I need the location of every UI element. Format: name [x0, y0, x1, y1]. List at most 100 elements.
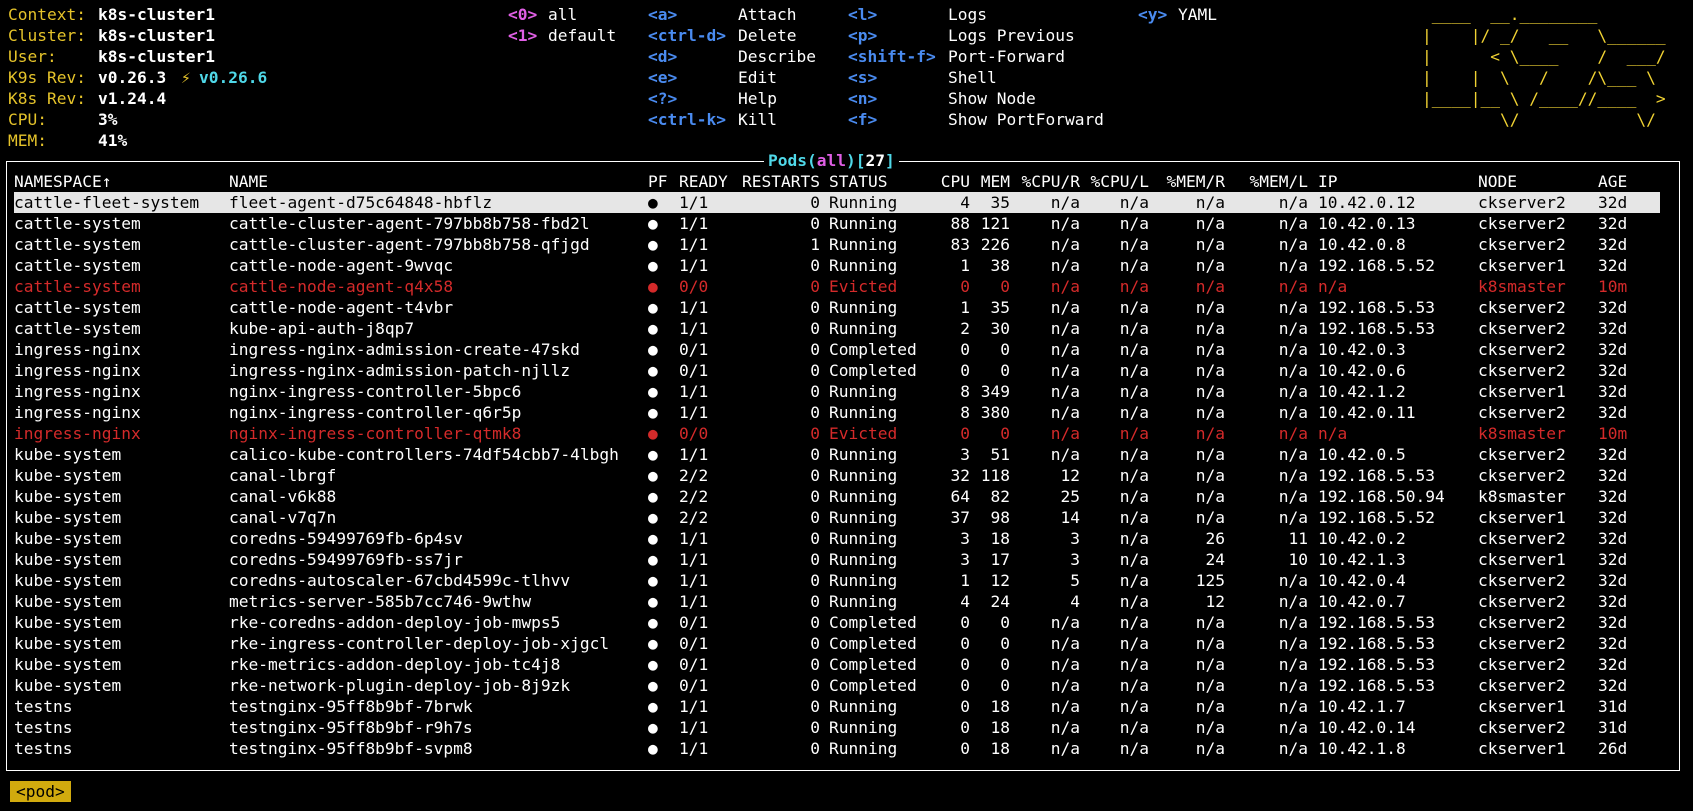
column-header-mem-l[interactable]: %MEM/L: [1250, 171, 1308, 192]
cell-age: 32d: [1598, 361, 1628, 380]
table-row[interactable]: kube-system canal-v6k88 ● 2/2 0 Running 64 82 25…: [14, 486, 1660, 507]
column-header-cpu-l[interactable]: %CPU/L: [1091, 171, 1149, 192]
namespace-key[interactable]: <1>: [508, 25, 537, 46]
shortcut-label[interactable]: Logs: [948, 4, 987, 25]
cell-pf: ●: [648, 193, 658, 212]
shortcut-key[interactable]: <d>: [648, 46, 677, 67]
cell-mem-r: n/a: [1195, 466, 1225, 485]
shortcut-label[interactable]: Attach: [738, 4, 796, 25]
table-row[interactable]: cattle-system cattle-cluster-agent-797bb8…: [14, 213, 1660, 234]
table-row[interactable]: kube-system rke-coredns-addon-deploy-job-…: [14, 612, 1660, 633]
column-header-age[interactable]: AGE: [1598, 171, 1627, 192]
table-row[interactable]: kube-system calico-kube-controllers-74df5…: [14, 444, 1660, 465]
cell-age: 32d: [1598, 193, 1628, 212]
shortcut-label[interactable]: Show PortForward: [948, 109, 1104, 130]
table-row[interactable]: kube-system canal-v7q7n ● 2/2 0 Running 37 98 14…: [14, 507, 1660, 528]
column-header-ip[interactable]: IP: [1318, 171, 1338, 192]
shortcut-label[interactable]: Kill: [738, 109, 777, 130]
table-row[interactable]: ingress-nginx nginx-ingress-controller-qt…: [14, 423, 1660, 444]
column-header-restarts[interactable]: RESTARTS: [742, 171, 820, 192]
column-header-ready[interactable]: READY: [679, 171, 728, 192]
shortcut-label[interactable]: YAML: [1178, 4, 1217, 25]
table-row[interactable]: ingress-nginx ingress-nginx-admission-cre…: [14, 339, 1660, 360]
cell-status: Completed: [829, 361, 917, 380]
cell-namespace: cattle-system: [14, 298, 141, 317]
namespace-name[interactable]: all: [548, 4, 577, 25]
shortcut-label[interactable]: Logs Previous: [948, 25, 1075, 46]
table-row[interactable]: ingress-nginx nginx-ingress-controller-5b…: [14, 381, 1660, 402]
cell-cpu-r: n/a: [1050, 655, 1080, 674]
shortcut-key[interactable]: <ctrl-d>: [648, 25, 726, 46]
table-row[interactable]: kube-system rke-ingress-controller-deploy…: [14, 633, 1660, 654]
cell-ready: 0/1: [679, 634, 709, 653]
column-header-mem[interactable]: MEM: [981, 171, 1010, 192]
namespace-key[interactable]: <0>: [508, 4, 537, 25]
shortcut-key[interactable]: <a>: [648, 4, 677, 25]
column-header-node[interactable]: NODE: [1478, 171, 1517, 192]
table-row[interactable]: kube-system canal-lbrgf ● 2/2 0 Running 32 118 1…: [14, 465, 1660, 486]
table-row[interactable]: kube-system coredns-59499769fb-ss7jr ● 1/1 0…: [14, 549, 1660, 570]
shortcut-key[interactable]: <s>: [848, 67, 877, 88]
shortcut-label[interactable]: Delete: [738, 25, 796, 46]
cell-ready: 1/1: [679, 256, 709, 275]
table-row[interactable]: ingress-nginx nginx-ingress-controller-q6…: [14, 402, 1660, 423]
cell-name: cattle-node-agent-t4vbr: [229, 298, 454, 317]
table-row[interactable]: kube-system rke-metrics-addon-deploy-job-…: [14, 654, 1660, 675]
table-row[interactable]: testns testnginx-95ff8b9bf-svpm8 ● 1/1 0 Runn…: [14, 738, 1660, 759]
cell-mem-r: n/a: [1195, 214, 1225, 233]
column-header-mem-r[interactable]: %MEM/R: [1167, 171, 1225, 192]
shortcut-key[interactable]: <l>: [848, 4, 877, 25]
column-header-status[interactable]: STATUS: [829, 171, 887, 192]
cell-cpu-r: n/a: [1050, 445, 1080, 464]
shortcut-label[interactable]: Edit: [738, 67, 777, 88]
table-row[interactable]: kube-system coredns-59499769fb-6p4sv ● 1/1 0…: [14, 528, 1660, 549]
table-row[interactable]: cattle-system cattle-node-agent-q4x58 ● 0/0…: [14, 276, 1660, 297]
table-row[interactable]: testns testnginx-95ff8b9bf-r9h7s ● 1/1 0 Runn…: [14, 717, 1660, 738]
shortcut-key[interactable]: <ctrl-k>: [648, 109, 726, 130]
cell-ready: 1/1: [679, 382, 709, 401]
shortcut-label[interactable]: Shell: [948, 67, 997, 88]
column-header-cpu-r[interactable]: %CPU/R: [1022, 171, 1080, 192]
shortcut-key[interactable]: <?>: [648, 88, 677, 109]
cell-restarts: 0: [810, 487, 820, 506]
cell-cpu-r: 5: [1070, 571, 1080, 590]
namespace-name[interactable]: default: [548, 25, 616, 46]
column-header-namespace[interactable]: NAMESPACE↑: [14, 171, 111, 192]
shortcut-label[interactable]: Describe: [738, 46, 816, 67]
shortcut-label[interactable]: Port-Forward: [948, 46, 1065, 67]
table-row[interactable]: kube-system rke-network-plugin-deploy-job…: [14, 675, 1660, 696]
cell-mem-l: n/a: [1278, 466, 1308, 485]
shortcut-key[interactable]: <f>: [848, 109, 877, 130]
cell-mem: 0: [1000, 361, 1010, 380]
column-header-cpu[interactable]: CPU: [941, 171, 970, 192]
shortcut-label[interactable]: Show Node: [948, 88, 1036, 109]
shortcut-key[interactable]: <n>: [848, 88, 877, 109]
table-row[interactable]: ingress-nginx ingress-nginx-admission-pat…: [14, 360, 1660, 381]
cell-node: ckserver2: [1478, 571, 1566, 590]
cell-cpu-r: n/a: [1050, 235, 1080, 254]
table-row[interactable]: cattle-system cattle-node-agent-9wvqc ● 1/1…: [14, 255, 1660, 276]
shortcut-key[interactable]: <e>: [648, 67, 677, 88]
column-header-name[interactable]: NAME: [229, 171, 268, 192]
cell-ready: 0/0: [679, 424, 709, 443]
cell-mem: 0: [1000, 424, 1010, 443]
breadcrumb[interactable]: <pod>: [10, 781, 71, 802]
table-row[interactable]: cattle-fleet-system fleet-agent-d75c64848…: [14, 192, 1660, 213]
table-row[interactable]: kube-system coredns-autoscaler-67cbd4599c…: [14, 570, 1660, 591]
table-row[interactable]: cattle-system cattle-node-agent-t4vbr ● 1/1…: [14, 297, 1660, 318]
cell-namespace: kube-system: [14, 634, 122, 653]
shortcut-label[interactable]: Help: [738, 88, 777, 109]
table-row[interactable]: testns testnginx-95ff8b9bf-7brwk ● 1/1 0 Runn…: [14, 696, 1660, 717]
table-row[interactable]: cattle-system kube-api-auth-j8qp7 ● 1/1 0 Run…: [14, 318, 1660, 339]
shortcut-key[interactable]: <p>: [848, 25, 877, 46]
cell-ip: 192.168.5.53: [1318, 613, 1435, 632]
cell-namespace: kube-system: [14, 550, 122, 569]
column-header-pf[interactable]: PF: [648, 171, 668, 192]
cell-name: fleet-agent-d75c64848-hbflz: [229, 193, 493, 212]
shortcut-key[interactable]: <shift-f>: [848, 46, 936, 67]
table-row[interactable]: cattle-system cattle-cluster-agent-797bb8…: [14, 234, 1660, 255]
cell-cpu: 0: [960, 655, 970, 674]
cell-pf: ●: [648, 340, 658, 359]
shortcut-key[interactable]: <y>: [1138, 4, 1167, 25]
table-row[interactable]: kube-system metrics-server-585b7cc746-9wt…: [14, 591, 1660, 612]
